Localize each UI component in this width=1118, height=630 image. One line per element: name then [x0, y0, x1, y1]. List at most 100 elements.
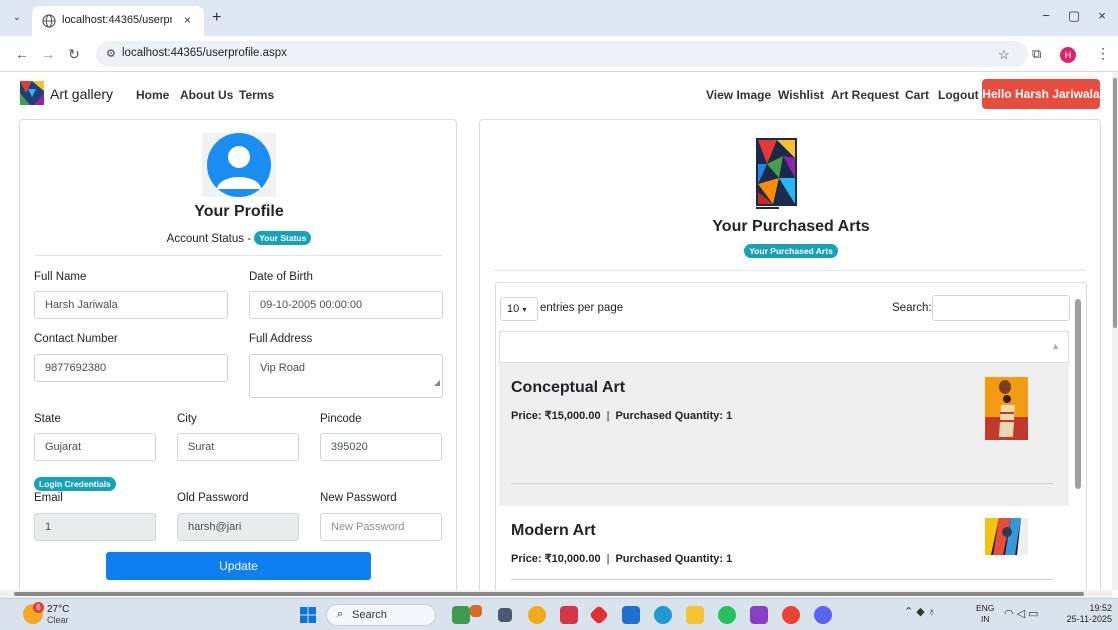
language-region: IN — [980, 614, 990, 624]
city-input[interactable]: Surat — [177, 433, 299, 461]
globe-icon — [42, 14, 56, 28]
page-vertical-scrollbar[interactable] — [1112, 72, 1118, 590]
reload-icon[interactable]: ↻ — [66, 46, 82, 63]
weather-temperature[interactable]: 27°C — [47, 604, 69, 615]
account-status: Account Status - Your Status — [20, 231, 458, 245]
table-header[interactable]: ▲ — [499, 331, 1069, 363]
old-password-input[interactable]: harsh@jari — [177, 513, 299, 541]
resize-grip-icon[interactable]: ◢ — [434, 370, 440, 396]
site-info-icon[interactable]: ⚙ — [106, 47, 116, 60]
email-input[interactable]: 1 — [34, 513, 156, 541]
app-icon-chrome[interactable] — [782, 606, 800, 624]
clock-date[interactable]: 25-11-2025 — [1062, 614, 1112, 624]
search-icon: ⌕ — [337, 608, 344, 620]
nav-logout[interactable]: Logout — [938, 88, 979, 102]
modern-art-thumbnail — [985, 518, 1028, 555]
address-textarea[interactable]: Vip Road ◢ — [249, 354, 443, 398]
nav-cart[interactable]: Cart — [905, 88, 929, 102]
tab-title: localhost:44365/userprofile.asp — [62, 14, 172, 26]
state-input[interactable]: Gujarat — [34, 433, 156, 461]
close-window-button[interactable]: × — [1092, 8, 1112, 23]
app-icon-file-explorer[interactable] — [686, 606, 704, 624]
extensions-icon[interactable]: ⧉ — [1032, 46, 1041, 62]
app-icon-visual-studio[interactable] — [750, 606, 768, 624]
purchased-arts-card: Your Purchased Arts Your Purchased Arts … — [479, 119, 1102, 600]
input-language[interactable]: ENG IN — [976, 603, 994, 625]
conceptual-art-thumbnail — [985, 377, 1028, 440]
art-name: Conceptual Art — [511, 379, 626, 396]
new-password-label: New Password — [320, 492, 397, 504]
taskbar-search[interactable]: ⌕ Search — [326, 604, 436, 626]
avatar — [202, 133, 276, 197]
table-scrollbar-thumb[interactable] — [1075, 299, 1081, 489]
nav-about-us[interactable]: About Us — [180, 88, 233, 102]
search-input[interactable] — [932, 295, 1070, 321]
page-horizontal-scrollbar[interactable] — [0, 590, 1112, 598]
app-icon-mcafee[interactable] — [560, 606, 578, 624]
full-name-label: Full Name — [34, 271, 87, 283]
nav-home[interactable]: Home — [136, 88, 169, 102]
taskbar-search-label: Search — [352, 609, 387, 621]
browser-menu-icon[interactable]: ⋮ — [1096, 45, 1110, 62]
profile-title: Your Profile — [194, 203, 284, 220]
meta-separator: | — [606, 553, 610, 565]
art-gallery-logo[interactable] — [20, 81, 44, 105]
forward-arrow-icon[interactable]: → — [40, 46, 56, 62]
new-tab-button[interactable]: + — [212, 9, 221, 27]
table-row: Modern Art Price: ₹10,000.00 | Purchased Q… — [499, 506, 1069, 599]
back-arrow-icon[interactable]: ← — [14, 46, 30, 62]
nav-art-request[interactable]: Art Request — [831, 88, 899, 102]
table-row: Conceptual Art Price: ₹15,000.00 | Purchas… — [499, 363, 1069, 506]
app-icon-store[interactable] — [622, 606, 640, 624]
language-code: ENG — [976, 603, 995, 613]
app-icon-whatsapp[interactable] — [718, 606, 736, 624]
clock-time[interactable]: 19:52 — [1062, 603, 1112, 613]
app-icon-edge[interactable] — [654, 606, 672, 624]
page-length-select[interactable]: 10 ▾ — [500, 297, 538, 321]
full-name-input[interactable]: Harsh Jariwala — [34, 291, 228, 319]
update-button[interactable]: Update — [106, 552, 371, 580]
nav-terms[interactable]: Terms — [239, 88, 274, 102]
address-bar[interactable]: ⚙ localhost:44365/userprofile.aspx — [96, 41, 1028, 67]
sort-icon[interactable]: ▲ — [1051, 341, 1060, 351]
pincode-input[interactable]: 395020 — [320, 433, 442, 461]
contact-input[interactable]: 9877692380 — [34, 354, 228, 382]
tray-overflow-icons[interactable]: ⌃ ◆ ♁ — [904, 605, 936, 618]
dob-input[interactable]: 09-10-2005 00:00:00 — [249, 291, 443, 319]
tab-close-icon[interactable]: × — [184, 13, 191, 27]
purchased-arts-badge: Your Purchased Arts — [744, 244, 838, 258]
app-icon-task-view[interactable] — [498, 608, 512, 622]
page-vertical-scrollbar-thumb[interactable] — [1113, 78, 1117, 328]
nav-view-image[interactable]: View Image — [706, 88, 771, 102]
table-scrollbar[interactable] — [1074, 287, 1082, 597]
page-length-value: 10 — [507, 303, 520, 315]
app-icon-red-diamond[interactable] — [589, 605, 609, 625]
wifi-volume-battery-icons[interactable]: ◠ ◁ ▭ — [1004, 607, 1039, 620]
windows-start-icon[interactable] — [300, 607, 316, 623]
minimize-button[interactable]: − — [1036, 8, 1056, 23]
browser-tab-active[interactable]: localhost:44365/userprofile.asp × — [32, 6, 204, 36]
art-price: Price: ₹10,000.00 — [511, 553, 601, 565]
bookmark-star-icon[interactable]: ☆ — [998, 47, 1010, 63]
nav-wishlist[interactable]: Wishlist — [778, 88, 824, 102]
restore-button[interactable]: ▢ — [1064, 8, 1084, 24]
app-icon-game[interactable] — [452, 606, 470, 624]
pincode-label: Pincode — [320, 413, 362, 425]
meta-separator: | — [606, 410, 610, 422]
app-icon-copilot[interactable] — [528, 606, 546, 624]
app-icon-widgets[interactable] — [470, 605, 482, 617]
new-password-input[interactable]: New Password — [320, 513, 442, 541]
url-text[interactable]: localhost:44365/userprofile.aspx — [122, 47, 287, 59]
status-badge: Your Status — [254, 231, 312, 245]
app-icon-discord[interactable] — [814, 606, 832, 624]
old-password-label: Old Password — [177, 492, 249, 504]
page-length-label: entries per page — [540, 302, 624, 314]
profile-avatar[interactable]: H — [1060, 47, 1076, 63]
city-label: City — [177, 413, 197, 425]
user-greeting-button[interactable]: Hello Harsh Jariwala — [982, 79, 1100, 109]
page-horizontal-scrollbar-thumb[interactable] — [14, 592, 1084, 596]
weather-description[interactable]: Clear — [47, 615, 69, 625]
tab-search-chevron-icon[interactable]: ⌄ — [10, 11, 24, 25]
purchased-arts-badge-wrap: Your Purchased Arts — [480, 244, 1102, 258]
brand-name[interactable]: Art gallery — [50, 86, 113, 102]
